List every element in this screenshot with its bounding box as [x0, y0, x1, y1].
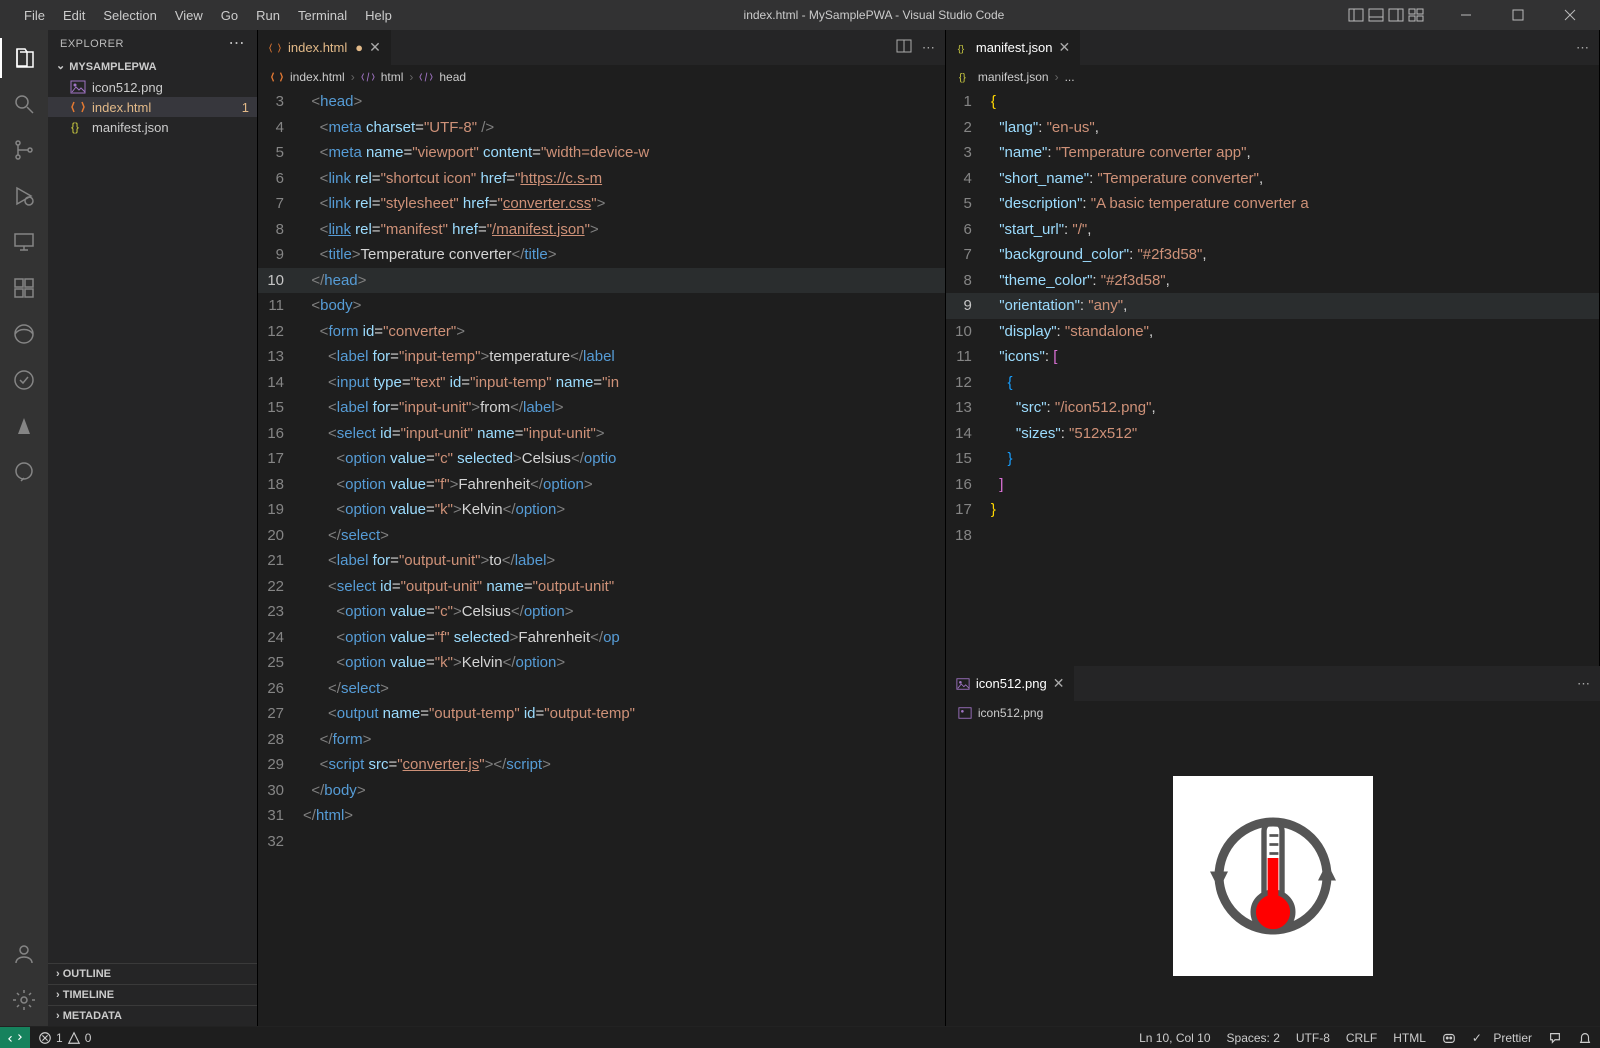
menu-help[interactable]: Help: [357, 4, 400, 27]
close-tab-icon[interactable]: ✕: [369, 39, 381, 56]
toggle-secondary-icon[interactable]: [1388, 7, 1404, 23]
breadcrumbs[interactable]: icon512.png: [946, 701, 1600, 725]
image-file-icon: [70, 79, 86, 95]
tab-bar: index.html ● ✕ ⋯: [258, 30, 945, 65]
testing-activity-icon[interactable]: [0, 360, 48, 400]
explorer-title: EXPLORER: [60, 38, 124, 50]
tab-manifest-json[interactable]: {} manifest.json ✕: [946, 30, 1081, 65]
svg-text:{}: {}: [71, 120, 79, 134]
breadcrumbs[interactable]: {}manifest.json›...: [946, 65, 1599, 89]
section-timeline[interactable]: TIMELINE: [48, 984, 257, 1005]
status-bar: 1 0 Ln 10, Col 10 Spaces: 2 UTF-8 CRLF H…: [0, 1026, 1600, 1048]
code-editor[interactable]: 1{2 "lang": "en-us",3 "name": "Temperatu…: [946, 89, 1599, 666]
remote-explorer-activity-icon[interactable]: [0, 222, 48, 262]
editor-more-icon[interactable]: ⋯: [1577, 676, 1590, 692]
editor-group-right-bottom: icon512.png ✕ ⋯ icon512.png: [946, 666, 1600, 1026]
editor-group-right-top: {} manifest.json ✕ ⋯ {}manifest.json›...…: [946, 30, 1600, 666]
image-file-icon: [958, 706, 972, 720]
workspace-folder[interactable]: MYSAMPLEPWA: [48, 58, 257, 75]
run-activity-icon[interactable]: [0, 176, 48, 216]
svg-text:{}: {}: [958, 43, 965, 54]
eol-status[interactable]: CRLF: [1338, 1031, 1385, 1045]
json-file-icon: {}: [956, 41, 970, 55]
indentation-status[interactable]: Spaces: 2: [1219, 1031, 1288, 1045]
svg-text:{}: {}: [959, 72, 967, 84]
edge-activity-icon[interactable]: [0, 314, 48, 354]
titlebar: FileEditSelectionViewGoRunTerminalHelp i…: [0, 0, 1600, 30]
tab-index-html[interactable]: index.html ● ✕: [258, 30, 392, 65]
thermometer-convert-icon: [1183, 786, 1363, 966]
code-editor[interactable]: 3 <head>4 <meta charset="UTF-8" />5 <met…: [258, 89, 945, 1026]
toggle-panel-icon[interactable]: [1368, 7, 1384, 23]
encoding-status[interactable]: UTF-8: [1288, 1031, 1338, 1045]
html-file-icon: [268, 41, 282, 55]
minimize-button[interactable]: [1444, 0, 1488, 30]
section-outline[interactable]: OUTLINE: [48, 963, 257, 984]
tab-icon512-png[interactable]: icon512.png ✕: [946, 666, 1076, 701]
file-item-icon512-png[interactable]: icon512.png: [48, 77, 257, 97]
explorer-sidebar: EXPLORER ⋯ MYSAMPLEPWA icon512.pngindex.…: [48, 30, 258, 1026]
json-icon: {}: [958, 70, 972, 84]
split-editor-icon[interactable]: [896, 38, 912, 57]
close-tab-icon[interactable]: ✕: [1053, 675, 1065, 692]
editor-more-icon[interactable]: ⋯: [1576, 40, 1589, 56]
menu-run[interactable]: Run: [248, 4, 288, 27]
explorer-more-icon[interactable]: ⋯: [229, 40, 246, 48]
file-item-manifest-json[interactable]: {}manifest.json: [48, 117, 257, 137]
menu-bar: FileEditSelectionViewGoRunTerminalHelp: [16, 4, 400, 27]
tag-icon: [419, 70, 433, 84]
menu-view[interactable]: View: [167, 4, 211, 27]
image-preview[interactable]: [946, 725, 1600, 1026]
json-file-icon: {}: [70, 119, 86, 135]
language-status[interactable]: HTML: [1385, 1031, 1434, 1045]
file-tree: icon512.pngindex.html1{}manifest.json: [48, 75, 257, 139]
html-file-icon: [70, 99, 86, 115]
problems-status[interactable]: 1 0: [30, 1031, 99, 1045]
activity-bar: [0, 30, 48, 1026]
cursor-position[interactable]: Ln 10, Col 10: [1131, 1031, 1218, 1045]
window-title: index.html - MySamplePWA - Visual Studio…: [404, 8, 1344, 22]
editor-group-left: index.html ● ✕ ⋯ index.html›html›head 3 …: [258, 30, 946, 1026]
extensions-activity-icon[interactable]: [0, 268, 48, 308]
source-control-activity-icon[interactable]: [0, 130, 48, 170]
menu-go[interactable]: Go: [213, 4, 246, 27]
explorer-activity-icon[interactable]: [0, 38, 48, 78]
section-metadata[interactable]: METADATA: [48, 1005, 257, 1026]
breadcrumbs[interactable]: index.html›html›head: [258, 65, 945, 89]
file-item-index-html[interactable]: index.html1: [48, 97, 257, 117]
menu-edit[interactable]: Edit: [55, 4, 93, 27]
search-activity-icon[interactable]: [0, 84, 48, 124]
editor-more-icon[interactable]: ⋯: [922, 40, 935, 56]
copilot-status-icon[interactable]: [1434, 1031, 1464, 1045]
maximize-button[interactable]: [1496, 0, 1540, 30]
menu-selection[interactable]: Selection: [95, 4, 164, 27]
settings-activity-icon[interactable]: [0, 980, 48, 1020]
close-tab-icon[interactable]: ✕: [1058, 39, 1070, 56]
customize-layout-icon[interactable]: [1408, 7, 1424, 23]
feedback-icon[interactable]: [1540, 1031, 1570, 1045]
toggle-sidebar-icon[interactable]: [1348, 7, 1364, 23]
tag-icon: [361, 70, 375, 84]
layout-controls[interactable]: [1348, 7, 1424, 23]
remote-indicator[interactable]: [0, 1027, 30, 1048]
menu-file[interactable]: File: [16, 4, 53, 27]
chat-activity-icon[interactable]: [0, 452, 48, 492]
prettier-status[interactable]: ✓ Prettier: [1464, 1031, 1540, 1045]
notifications-icon[interactable]: [1570, 1031, 1600, 1045]
menu-terminal[interactable]: Terminal: [290, 4, 355, 27]
accounts-activity-icon[interactable]: [0, 934, 48, 974]
html-icon: [270, 70, 284, 84]
image-file-icon: [956, 677, 970, 691]
close-button[interactable]: [1548, 0, 1592, 30]
azure-activity-icon[interactable]: [0, 406, 48, 446]
